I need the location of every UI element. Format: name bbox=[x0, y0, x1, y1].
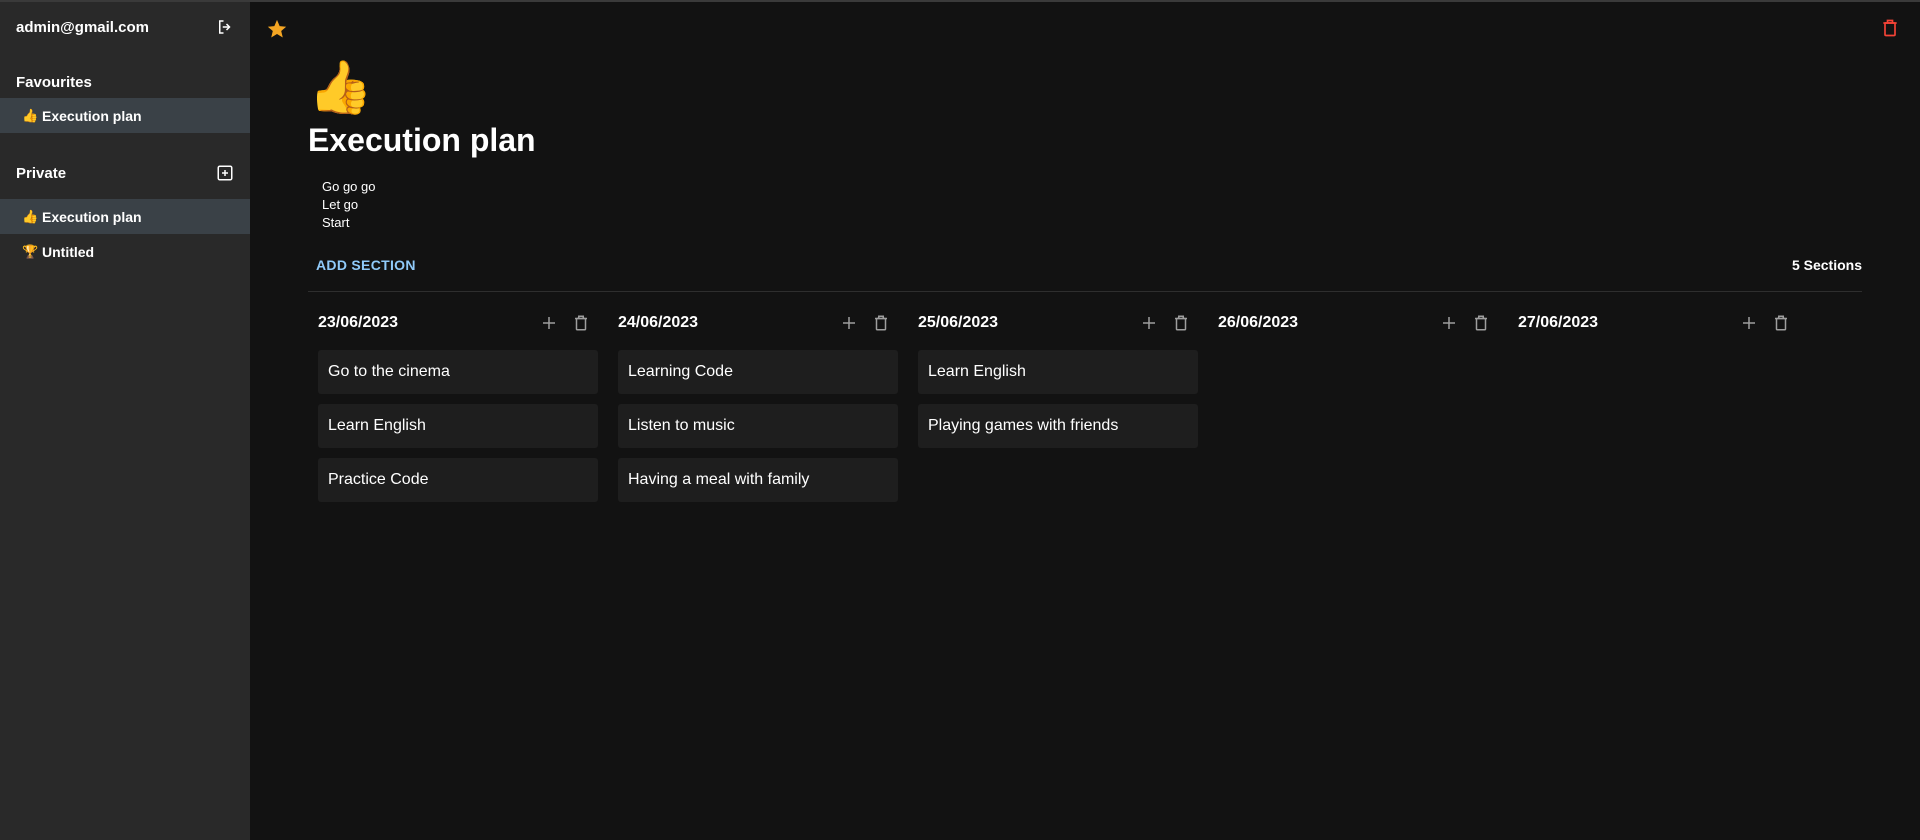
favourites-label: Favourites bbox=[16, 73, 92, 91]
description-line: Start bbox=[322, 215, 350, 230]
section-title[interactable]: 24/06/2023 bbox=[618, 314, 698, 332]
task-card[interactable]: Having a meal with family bbox=[618, 458, 898, 502]
section-column: 23/06/2023 Go to the cinema Learn Englis… bbox=[318, 306, 618, 502]
sections-count: 5 Sections bbox=[1791, 257, 1862, 273]
section-bar: ADD SECTION 5 Sections bbox=[308, 252, 1862, 278]
sidebar-item-label: Execution plan bbox=[42, 208, 142, 225]
section-column: 26/06/2023 bbox=[1218, 306, 1518, 502]
task-card[interactable]: Learning Code bbox=[618, 350, 898, 394]
plus-icon[interactable] bbox=[840, 314, 858, 332]
sidebar-item-private-execution-plan[interactable]: 👍 Execution plan bbox=[0, 199, 250, 234]
task-card[interactable]: Listen to music bbox=[618, 404, 898, 448]
add-section-button[interactable]: ADD SECTION bbox=[316, 257, 416, 273]
section-header: 27/06/2023 bbox=[1518, 306, 1798, 340]
page-title[interactable]: Execution plan bbox=[308, 120, 1862, 160]
divider bbox=[308, 291, 1862, 292]
thumbs-up-icon: 👍 bbox=[22, 208, 39, 224]
page-description[interactable]: Go go go Let go Start bbox=[308, 178, 1862, 232]
trash-icon[interactable] bbox=[1880, 18, 1900, 38]
task-card[interactable]: Go to the cinema bbox=[318, 350, 598, 394]
sidebar: admin@gmail.com Favourites 👍 Execution p… bbox=[0, 0, 250, 840]
trash-icon[interactable] bbox=[1172, 314, 1190, 332]
section-column: 27/06/2023 bbox=[1518, 306, 1818, 502]
trash-icon[interactable] bbox=[1772, 314, 1790, 332]
logout-icon[interactable] bbox=[216, 18, 234, 36]
page-content: 👍 Execution plan Go go go Let go Start A… bbox=[308, 58, 1862, 502]
trash-icon[interactable] bbox=[1472, 314, 1490, 332]
trash-icon[interactable] bbox=[872, 314, 890, 332]
sidebar-item-private-untitled[interactable]: 🏆 Untitled bbox=[0, 234, 250, 269]
section-title[interactable]: 26/06/2023 bbox=[1218, 314, 1298, 332]
plus-icon[interactable] bbox=[540, 314, 558, 332]
plus-icon[interactable] bbox=[1140, 314, 1158, 332]
user-email: admin@gmail.com bbox=[16, 18, 149, 36]
section-title[interactable]: 23/06/2023 bbox=[318, 314, 398, 332]
section-header: 23/06/2023 bbox=[318, 306, 598, 340]
page-emoji-icon[interactable]: 👍 bbox=[308, 58, 1862, 118]
app-root: admin@gmail.com Favourites 👍 Execution p… bbox=[0, 0, 1920, 840]
section-column: 25/06/2023 Learn English Playing games w… bbox=[918, 306, 1218, 502]
description-line: Let go bbox=[322, 197, 359, 212]
sections-board: 23/06/2023 Go to the cinema Learn Englis… bbox=[308, 306, 1862, 502]
main-area: 👍 Execution plan Go go go Let go Start A… bbox=[250, 0, 1920, 840]
star-icon[interactable] bbox=[266, 18, 288, 40]
favourites-header: Favourites bbox=[0, 66, 250, 98]
section-column: 24/06/2023 Learning Code Listen to music… bbox=[618, 306, 918, 502]
plus-icon[interactable] bbox=[1740, 314, 1758, 332]
task-card[interactable]: Playing games with friends bbox=[918, 404, 1198, 448]
private-label: Private bbox=[16, 164, 67, 182]
thumbs-up-icon: 👍 bbox=[22, 107, 39, 123]
section-header: 26/06/2023 bbox=[1218, 306, 1498, 340]
section-title[interactable]: 27/06/2023 bbox=[1518, 314, 1598, 332]
private-header: Private bbox=[0, 157, 250, 189]
section-header: 24/06/2023 bbox=[618, 306, 898, 340]
sidebar-item-favourite-execution-plan[interactable]: 👍 Execution plan bbox=[0, 98, 250, 133]
plus-icon[interactable] bbox=[1440, 314, 1458, 332]
trophy-icon: 🏆 bbox=[22, 243, 39, 259]
task-card[interactable]: Learn English bbox=[318, 404, 598, 448]
task-card[interactable]: Learn English bbox=[918, 350, 1198, 394]
add-box-icon[interactable] bbox=[216, 164, 234, 182]
section-header: 25/06/2023 bbox=[918, 306, 1198, 340]
task-card[interactable]: Practice Code bbox=[318, 458, 598, 502]
sidebar-user-row: admin@gmail.com bbox=[0, 2, 250, 52]
sidebar-item-label: Untitled bbox=[42, 243, 95, 260]
description-line: Go go go bbox=[322, 179, 376, 194]
section-title[interactable]: 25/06/2023 bbox=[918, 314, 998, 332]
sidebar-item-label: Execution plan bbox=[42, 107, 142, 124]
trash-icon[interactable] bbox=[572, 314, 590, 332]
